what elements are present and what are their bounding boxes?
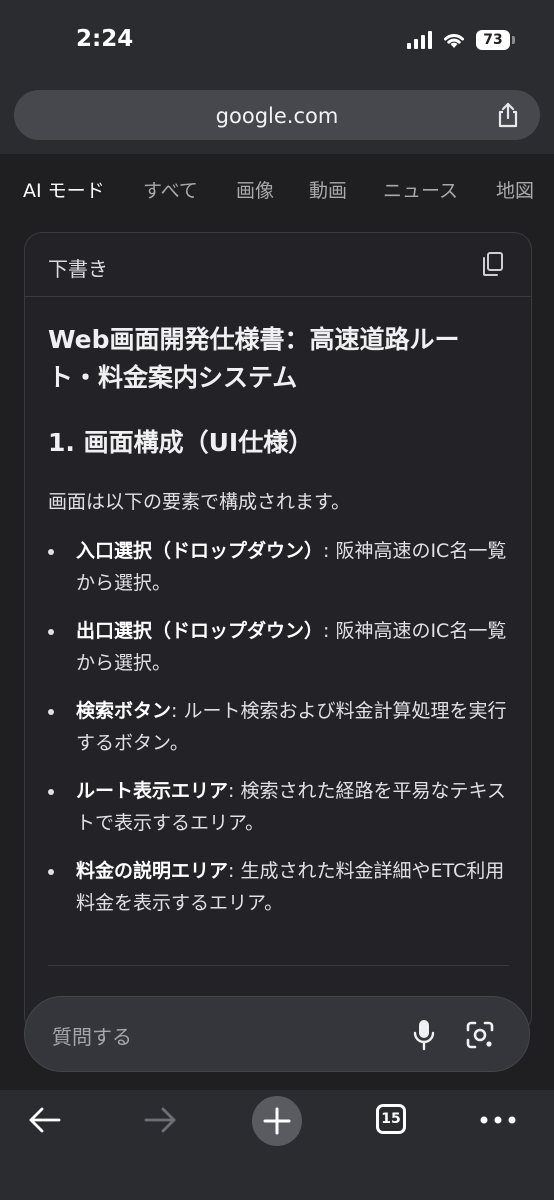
more-icon[interactable] [480, 1116, 516, 1124]
tab-news[interactable]: ニュース [383, 176, 458, 203]
lens-icon[interactable] [465, 1021, 495, 1049]
address-bar[interactable]: google.com [14, 90, 540, 140]
list-item: 検索ボタン: ルート検索および料金計算処理を実行するボタン。 [48, 695, 518, 759]
screen: 2:24 73 google.com AI モード すべて 画像 動画 ニュース… [0, 0, 554, 1200]
section-heading: 1. 画面構成（UI仕様） [48, 428, 314, 457]
list-item: 入口選択（ドロップダウン）: 阪神高速のIC名一覧から選択。 [48, 535, 518, 599]
item-term: ルート表示エリア [76, 780, 229, 802]
tab-videos[interactable]: 動画 [309, 176, 347, 203]
spec-list: 入口選択（ドロップダウン）: 阪神高速のIC名一覧から選択。 出口選択（ドロップ… [48, 535, 518, 935]
tab-images[interactable]: 画像 [236, 176, 274, 203]
list-item: 出口選択（ドロップダウン）: 阪神高速のIC名一覧から選択。 [48, 615, 518, 679]
tab-ai-mode[interactable]: AI モード [23, 176, 105, 203]
wifi-icon [444, 34, 464, 48]
signal-icon [407, 31, 432, 49]
bottom-toolbar: 15 [0, 1090, 554, 1200]
item-term: 検索ボタン [76, 700, 172, 722]
query-placeholder: 質問する [52, 1025, 132, 1049]
list-item: ルート表示エリア: 検索された経路を平易なテキストで表示するエリア。 [48, 775, 518, 839]
document-title: Web画面開発仕様書：高速道路ルート・料金案内システム [48, 325, 460, 392]
status-icons: 73 [407, 30, 515, 50]
share-icon[interactable] [494, 101, 522, 129]
battery-indicator: 73 [476, 30, 515, 50]
query-input[interactable]: 質問する [24, 996, 530, 1072]
new-tab-button[interactable] [252, 1096, 302, 1146]
list-item: 料金の説明エリア: 生成された料金詳細やETC利用料金を表示するエリア。 [48, 855, 518, 919]
draft-label: 下書き [48, 257, 108, 281]
copy-icon[interactable] [481, 251, 505, 277]
draft-card: 下書き Web画面開発仕様書：高速道路ルート・料金案内システム 1. 画面構成（… [24, 232, 532, 1034]
section-intro: 画面は以下の要素で構成されます。 [48, 491, 351, 513]
status-time: 2:24 [76, 26, 134, 52]
address-bar-area: google.com [0, 84, 554, 154]
plus-icon [263, 1107, 291, 1135]
search-tabs: AI モード すべて 画像 動画 ニュース 地図 [0, 154, 554, 220]
back-icon[interactable] [28, 1106, 62, 1134]
item-term: 入口選択（ドロップダウン） [76, 540, 324, 562]
mic-icon[interactable] [413, 1019, 435, 1051]
status-bar: 2:24 73 [0, 0, 554, 84]
item-term: 料金の説明エリア [76, 860, 229, 882]
tab-all[interactable]: すべて [143, 176, 198, 203]
item-term: 出口選択（ドロップダウン） [76, 620, 324, 642]
tab-maps[interactable]: 地図 [496, 176, 534, 203]
forward-icon[interactable] [143, 1106, 177, 1134]
tabs-icon[interactable]: 15 [376, 1104, 406, 1134]
url-text: google.com [215, 104, 339, 128]
card-divider [48, 965, 509, 966]
draft-header: 下書き [25, 233, 531, 297]
